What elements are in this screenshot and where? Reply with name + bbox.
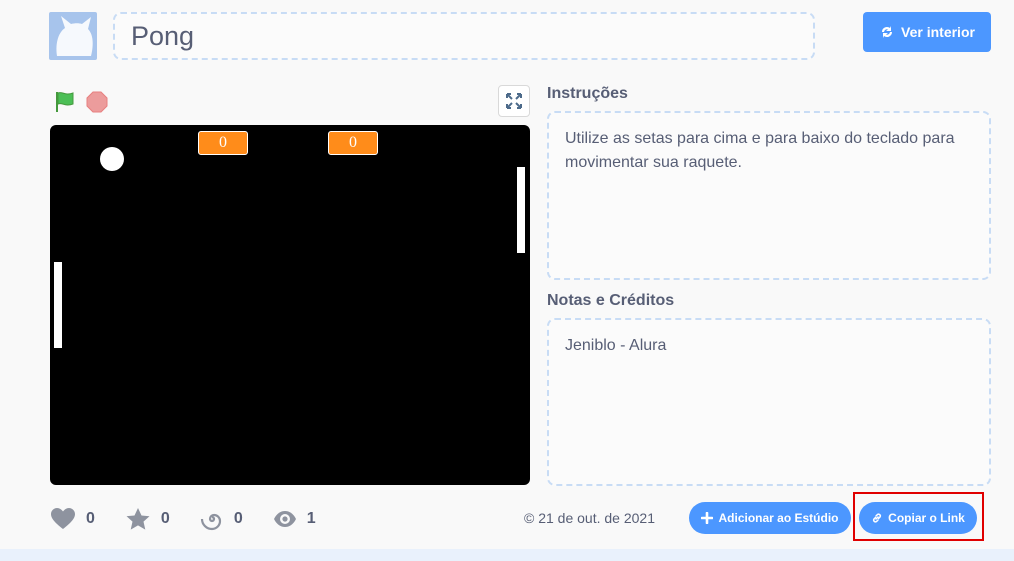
stop-button[interactable] xyxy=(86,91,108,113)
project-avatar[interactable] xyxy=(49,12,97,60)
loves-stat[interactable]: 0 xyxy=(50,507,95,531)
favorites-stat[interactable]: 0 xyxy=(125,507,170,531)
project-title-field[interactable]: Pong xyxy=(113,12,815,60)
paddle-right xyxy=(517,167,525,253)
copy-link-highlight xyxy=(853,492,984,541)
add-to-studio-label: Adicionar ao Estúdio xyxy=(718,511,839,525)
notes-box[interactable]: Jeniblo - Alura xyxy=(547,318,991,486)
plus-icon xyxy=(701,512,714,524)
loves-count: 0 xyxy=(86,510,95,527)
remix-arrows-icon xyxy=(882,26,893,38)
green-flag-icon xyxy=(56,92,74,112)
favorites-count: 0 xyxy=(160,510,170,527)
share-date: © 21 de out. de 2021 xyxy=(524,510,655,526)
project-title: Pong xyxy=(131,20,195,51)
notes-text: Jeniblo - Alura xyxy=(565,337,667,354)
remix-spiral-icon xyxy=(200,513,221,531)
cat-avatar-icon xyxy=(56,16,93,56)
remixes-stat: 0 xyxy=(200,507,243,531)
instructions-heading: Instruções xyxy=(547,85,628,102)
notes-heading: Notas e Créditos xyxy=(547,292,675,309)
heart-icon xyxy=(51,508,75,529)
views-stat: 1 xyxy=(273,507,316,531)
game-stage[interactable]: 0 0 xyxy=(50,125,530,485)
instructions-text: Utilize as setas para cima e para baixo … xyxy=(565,130,955,171)
add-to-studio-button[interactable]: Adicionar ao Estúdio xyxy=(689,502,851,534)
score-right: 0 xyxy=(328,131,378,155)
paddle-left xyxy=(54,262,62,348)
project-stats: 0 0 0 1 xyxy=(50,505,346,533)
instructions-box[interactable]: Utilize as setas para cima e para baixo … xyxy=(547,111,991,280)
star-icon xyxy=(126,508,150,530)
see-inside-button[interactable]: Ver interior xyxy=(863,12,991,52)
fullscreen-icon xyxy=(506,93,522,109)
pong-ball xyxy=(100,147,124,171)
views-count: 1 xyxy=(306,510,316,527)
see-inside-label: Ver interior xyxy=(901,24,975,40)
remixes-count: 0 xyxy=(233,510,243,527)
green-flag-button[interactable] xyxy=(53,90,77,114)
page-footer-strip xyxy=(0,549,1014,561)
eye-icon xyxy=(273,511,296,527)
fullscreen-button[interactable] xyxy=(498,85,530,117)
stop-icon xyxy=(86,91,108,113)
score-left: 0 xyxy=(198,131,248,155)
